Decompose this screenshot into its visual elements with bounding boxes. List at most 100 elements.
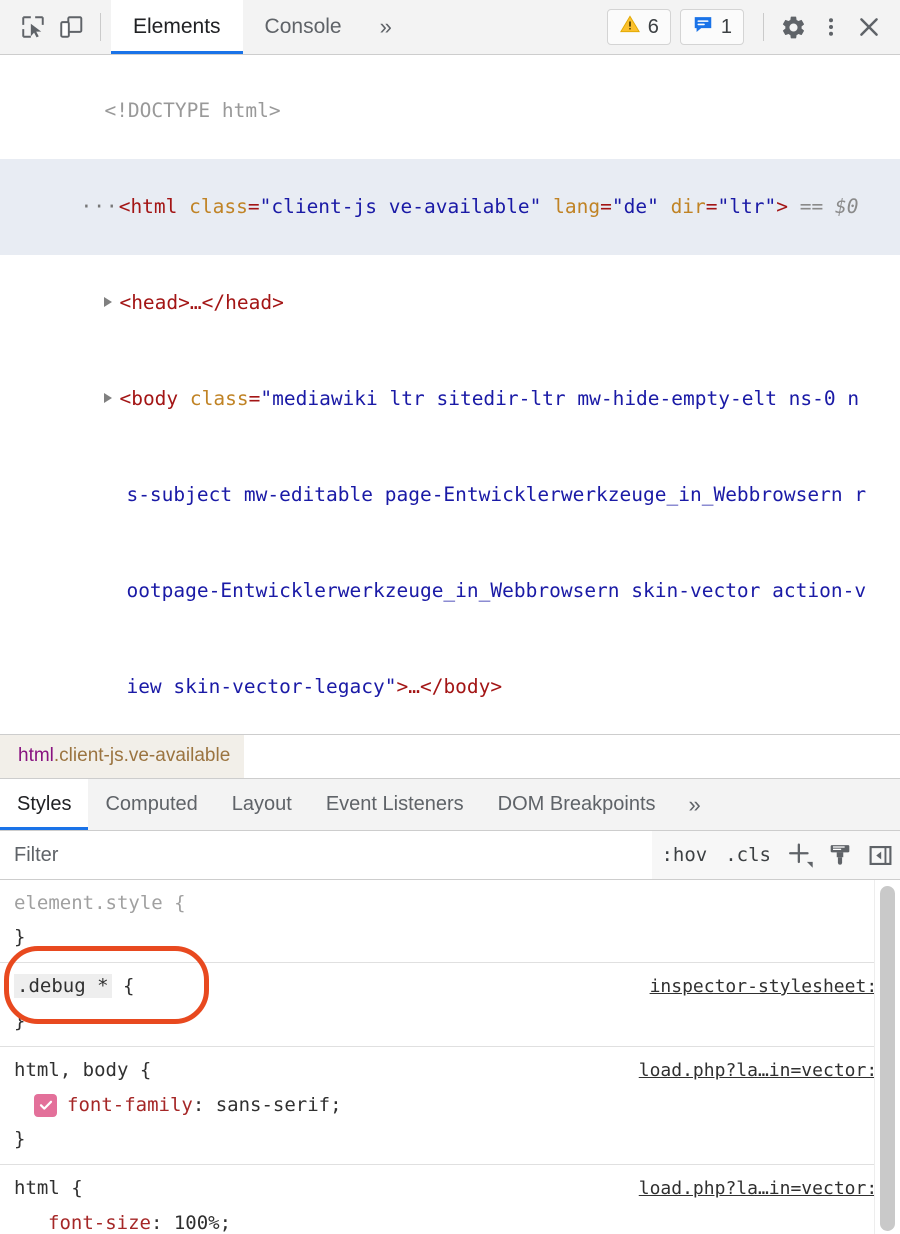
- breadcrumb-item-html[interactable]: html .client-js.ve-available: [0, 735, 245, 778]
- close-icon[interactable]: [850, 8, 888, 46]
- css-selector-html[interactable]: html {: [14, 1171, 83, 1205]
- css-rule-header: element.style {: [0, 886, 900, 920]
- dom-line-body-open[interactable]: <body class="mediawiki ltr sitedir-ltr m…: [0, 351, 900, 447]
- tab-computed[interactable]: Computed: [88, 779, 214, 830]
- body-close-text: >…</body>: [396, 675, 503, 698]
- css-declaration-font-family[interactable]: font-family: sans-serif;: [0, 1088, 900, 1122]
- css-open-brace-html-body: {: [128, 1059, 152, 1081]
- hov-toggle-button[interactable]: :hov: [652, 831, 716, 879]
- css-selector[interactable]: element.style {: [14, 886, 186, 920]
- tab-styles-label: Styles: [17, 793, 72, 815]
- toolbar-divider-2: [763, 13, 764, 41]
- breadcrumb-classes: .client-js.ve-available: [53, 744, 231, 766]
- collapsed-dots: ···: [80, 195, 119, 218]
- cls-toggle-button[interactable]: .cls: [716, 831, 780, 879]
- body-open-lt: <: [119, 387, 132, 410]
- css-rule-element-style[interactable]: element.style { }: [0, 880, 900, 963]
- devtools-window: Elements Console » 6 1 <!DOCTYPE html> ·…: [0, 0, 900, 1234]
- more-sidebar-tabs-icon[interactable]: »: [673, 779, 717, 830]
- device-toolbar-icon[interactable]: [52, 8, 90, 46]
- panel-toggle-icon[interactable]: [860, 831, 900, 879]
- declaration-enabled-checkbox[interactable]: [34, 1093, 57, 1117]
- tab-styles[interactable]: Styles: [0, 779, 89, 830]
- dom-line-head[interactable]: <head>…</head>: [0, 255, 900, 351]
- dom-line-body-wrap-3[interactable]: ootpage-Entwicklerwerkzeuge_in_Webbrowse…: [0, 543, 900, 639]
- dom-tree-panel[interactable]: <!DOCTYPE html> ···<html class="client-j…: [0, 55, 900, 734]
- css-property-value[interactable]: sans-serif;: [216, 1088, 342, 1122]
- html-attr-lang-value: "de": [611, 195, 659, 218]
- stylesheet-origin-link-html[interactable]: load.php?la…in=vector:1: [629, 1172, 888, 1206]
- breadcrumb: html .client-js.ve-available: [0, 734, 900, 778]
- more-tabs-icon[interactable]: »: [364, 0, 408, 54]
- styles-pane-scrollbar[interactable]: [874, 880, 900, 1234]
- html-attr-class-value: "client-js ve-available": [259, 195, 542, 218]
- tab-dom-breakpoints[interactable]: DOM Breakpoints: [481, 779, 673, 830]
- devtools-main-toolbar: Elements Console » 6 1: [0, 0, 900, 55]
- tab-event-listeners[interactable]: Event Listeners: [309, 779, 481, 830]
- styles-filter-bar: :hov .cls: [0, 831, 900, 880]
- html-attr-class-name: class: [189, 195, 248, 218]
- body-attr-class-name: class: [189, 387, 249, 410]
- three-dot-menu-icon[interactable]: [812, 8, 850, 46]
- css-property-name-font-size[interactable]: font-size: [48, 1206, 151, 1234]
- tab-elements[interactable]: Elements: [111, 0, 243, 54]
- styles-sidebar-tab-list: Styles Computed Layout Event Listeners D…: [0, 778, 900, 831]
- dom-line-doctype[interactable]: <!DOCTYPE html>: [0, 63, 900, 159]
- body-class-value-part2: s-subject mw-editable page-Entwicklerwer…: [126, 483, 867, 506]
- gear-icon[interactable]: [774, 8, 812, 46]
- dom-line-html-open[interactable]: ···<html class="client-js ve-available" …: [0, 159, 900, 255]
- dom-line-body-wrap-4[interactable]: iew skin-vector-legacy">…</body>: [0, 639, 900, 734]
- selected-node-ref: == $0: [799, 195, 859, 218]
- tab-console-label: Console: [264, 15, 342, 38]
- css-rule-html[interactable]: html { load.php?la…in=vector:1 font-size…: [0, 1165, 900, 1234]
- css-declaration-font-size[interactable]: font-size: 100%;: [0, 1206, 900, 1234]
- dom-line-body-wrap-2[interactable]: s-subject mw-editable page-Entwicklerwer…: [0, 447, 900, 543]
- warning-triangle-icon: [619, 13, 641, 41]
- stylesheet-origin-link-html-body[interactable]: load.php?la…in=vector:1: [629, 1054, 888, 1088]
- expand-triangle-icon-body[interactable]: [104, 393, 113, 403]
- filter-input[interactable]: [0, 831, 653, 879]
- tab-event-listeners-label: Event Listeners: [325, 793, 464, 815]
- css-selector-text-html: html: [14, 1177, 60, 1199]
- css-selector-debug[interactable]: .debug * {: [14, 969, 134, 1003]
- scrollbar-thumb[interactable]: [880, 886, 895, 1231]
- message-bubble-icon: [692, 13, 714, 41]
- message-count: 1: [720, 16, 732, 38]
- css-close-brace-html-body: }: [14, 1128, 26, 1150]
- stylesheet-origin-link-debug[interactable]: inspector-stylesheet:1: [640, 970, 888, 1004]
- css-open-brace: {: [162, 892, 186, 914]
- css-rule-header-debug: .debug * { inspector-stylesheet:1: [0, 969, 900, 1004]
- warning-count-badge[interactable]: 6: [606, 9, 671, 45]
- plus-icon[interactable]: [780, 831, 820, 879]
- css-close-brace: }: [14, 926, 26, 948]
- css-open-brace-debug: {: [111, 975, 135, 997]
- panel-tab-list: Elements Console »: [111, 0, 408, 54]
- head-node-text: <head>…</head>: [119, 291, 284, 314]
- inspect-cursor-icon[interactable]: [14, 8, 52, 46]
- css-property-value-font-size[interactable]: 100%;: [174, 1206, 231, 1234]
- css-property-name[interactable]: font-family: [67, 1088, 193, 1122]
- css-selector-html-body[interactable]: html, body {: [14, 1053, 151, 1087]
- css-rule-header-html: html { load.php?la…in=vector:1: [0, 1171, 900, 1206]
- html-attr-dir-name: dir: [670, 195, 706, 218]
- hov-toggle-label: :hov: [661, 844, 708, 866]
- more-sidebar-tabs-label: »: [688, 791, 701, 817]
- styles-rules-pane[interactable]: element.style { } .debug * { inspector-s…: [0, 880, 900, 1234]
- tab-layout[interactable]: Layout: [215, 779, 309, 830]
- cls-toggle-label: .cls: [725, 844, 771, 866]
- warning-count: 6: [647, 16, 659, 38]
- html-attr-lang-name: lang: [553, 195, 601, 218]
- css-rule-html-body[interactable]: html, body { load.php?la…in=vector:1 fon…: [0, 1047, 900, 1165]
- body-class-value-part3: ootpage-Entwicklerwerkzeuge_in_Webbrowse…: [126, 579, 867, 602]
- message-count-badge[interactable]: 1: [679, 9, 744, 45]
- tab-console[interactable]: Console: [243, 0, 364, 54]
- css-rule-debug-all[interactable]: .debug * { inspector-stylesheet:1 }: [0, 963, 900, 1047]
- html-attr-dir-value: "ltr": [717, 195, 777, 218]
- expand-triangle-icon[interactable]: [104, 297, 113, 307]
- paintbrush-icon[interactable]: [820, 831, 860, 879]
- body-class-value-part1: "mediawiki ltr sitedir-ltr mw-hide-empty…: [260, 387, 860, 410]
- html-open-lt: <: [118, 195, 131, 218]
- toolbar-divider: [100, 13, 101, 41]
- tab-computed-label: Computed: [105, 793, 198, 815]
- css-selector-text-debug: .debug *: [14, 974, 112, 998]
